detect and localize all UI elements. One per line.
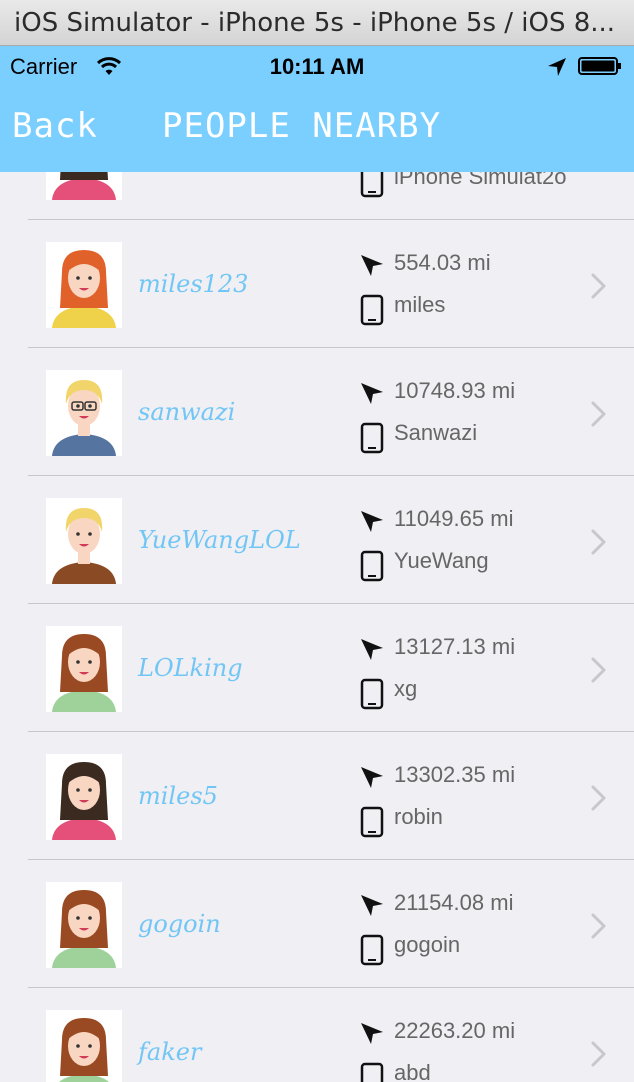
- username-label: YueWangLOL: [138, 526, 301, 554]
- device-name-label: gogoin: [394, 932, 461, 957]
- avatar: [46, 172, 122, 200]
- device-name-label: robin: [394, 804, 443, 829]
- person-row[interactable]: iPhone Simulat2o: [0, 172, 634, 220]
- avatar: [46, 626, 122, 712]
- chevron-right-icon: [591, 785, 606, 811]
- location-arrow-icon: [361, 639, 383, 660]
- chevron-right-icon: [591, 273, 606, 299]
- distance-label: 21154.08 mi: [394, 890, 514, 915]
- avatar: [46, 882, 122, 968]
- username-label: sanwazi: [138, 398, 236, 426]
- location-arrow-icon: [361, 511, 383, 532]
- device-name-label: YueWang: [394, 548, 489, 573]
- avatar: [46, 242, 122, 328]
- person-row[interactable]: faker 22263.20 mi abd: [0, 988, 634, 1082]
- person-row[interactable]: miles5 13302.35 mi robin: [0, 732, 634, 860]
- location-arrow-icon: [361, 255, 383, 276]
- device-name-label: xg: [394, 676, 418, 701]
- avatar-image: [52, 508, 116, 584]
- distance-label: 554.03 mi: [394, 250, 491, 275]
- avatar-image: [52, 890, 116, 968]
- chevron-right-icon: [591, 913, 606, 939]
- distance-label: 22263.20 mi: [394, 1018, 516, 1043]
- avatar: [46, 754, 122, 840]
- person-row[interactable]: YueWangLOL 11049.65 mi YueWang: [0, 476, 634, 604]
- avatar-image: [59, 1018, 109, 1082]
- navigation-bar: Back PEOPLE NEARBY: [0, 86, 634, 172]
- avatar: [46, 370, 122, 456]
- battery-icon: [578, 57, 621, 75]
- avatar-image: [52, 380, 116, 456]
- chevron-right-icon: [591, 529, 606, 555]
- device-name-label: miles: [394, 292, 446, 317]
- distance-label: 13127.13 mi: [394, 634, 516, 659]
- page-title: PEOPLE NEARBY: [162, 106, 442, 146]
- status-bar: Carrier 10:11 AM: [0, 46, 634, 86]
- username-label: LOLking: [138, 654, 243, 682]
- phone-device-icon: [360, 172, 384, 198]
- back-button[interactable]: Back: [12, 106, 98, 146]
- avatar: [46, 498, 122, 584]
- phone-device-icon: [360, 678, 384, 710]
- username-label: faker: [138, 1038, 202, 1066]
- chevron-right-icon: [591, 657, 606, 683]
- username-label: miles123: [138, 270, 249, 298]
- avatar-image: [52, 250, 116, 328]
- location-arrow-icon: [361, 895, 383, 916]
- username-label: gogoin: [138, 910, 221, 938]
- status-time: 10:11 AM: [269, 54, 365, 79]
- phone-device-icon: [360, 806, 384, 838]
- device-name-label: iPhone Simulat2o: [394, 172, 567, 189]
- avatar-image: [52, 634, 116, 712]
- username-label: miles5: [138, 782, 218, 810]
- distance-label: 10748.93 mi: [394, 378, 516, 403]
- phone-device-icon: [360, 1062, 384, 1082]
- distance-label: 11049.65 mi: [394, 506, 514, 531]
- simulator-title-bar: iOS Simulator - iPhone 5s - iPhone 5s / …: [0, 0, 634, 46]
- window-title: iOS Simulator - iPhone 5s - iPhone 5s / …: [14, 8, 616, 38]
- chevron-right-icon: [591, 1041, 606, 1067]
- phone-device-icon: [360, 422, 384, 454]
- avatar-image: [52, 762, 116, 840]
- people-list[interactable]: iPhone Simulat2o miles123 554.03 mi mile…: [0, 172, 634, 1082]
- person-row[interactable]: miles123 554.03 mi miles: [0, 220, 634, 348]
- device-name-label: abd: [394, 1060, 431, 1082]
- location-arrow-icon: [361, 767, 383, 788]
- avatar-image: [52, 172, 116, 200]
- location-arrow-icon: [361, 1023, 383, 1044]
- person-row[interactable]: LOLking 13127.13 mi xg: [0, 604, 634, 732]
- phone-device-icon: [360, 934, 384, 966]
- phone-device-icon: [360, 294, 384, 326]
- chevron-right-icon: [591, 401, 606, 427]
- person-row[interactable]: sanwazi 10748.93 mi Sanwazi: [0, 348, 634, 476]
- phone-device-icon: [360, 550, 384, 582]
- distance-label: 13302.35 mi: [394, 762, 516, 787]
- avatar: [46, 1010, 122, 1082]
- location-arrow-icon: [361, 383, 383, 404]
- location-services-icon: [548, 58, 566, 76]
- device-name-label: Sanwazi: [394, 420, 478, 445]
- person-row[interactable]: gogoin 21154.08 mi gogoin: [0, 860, 634, 988]
